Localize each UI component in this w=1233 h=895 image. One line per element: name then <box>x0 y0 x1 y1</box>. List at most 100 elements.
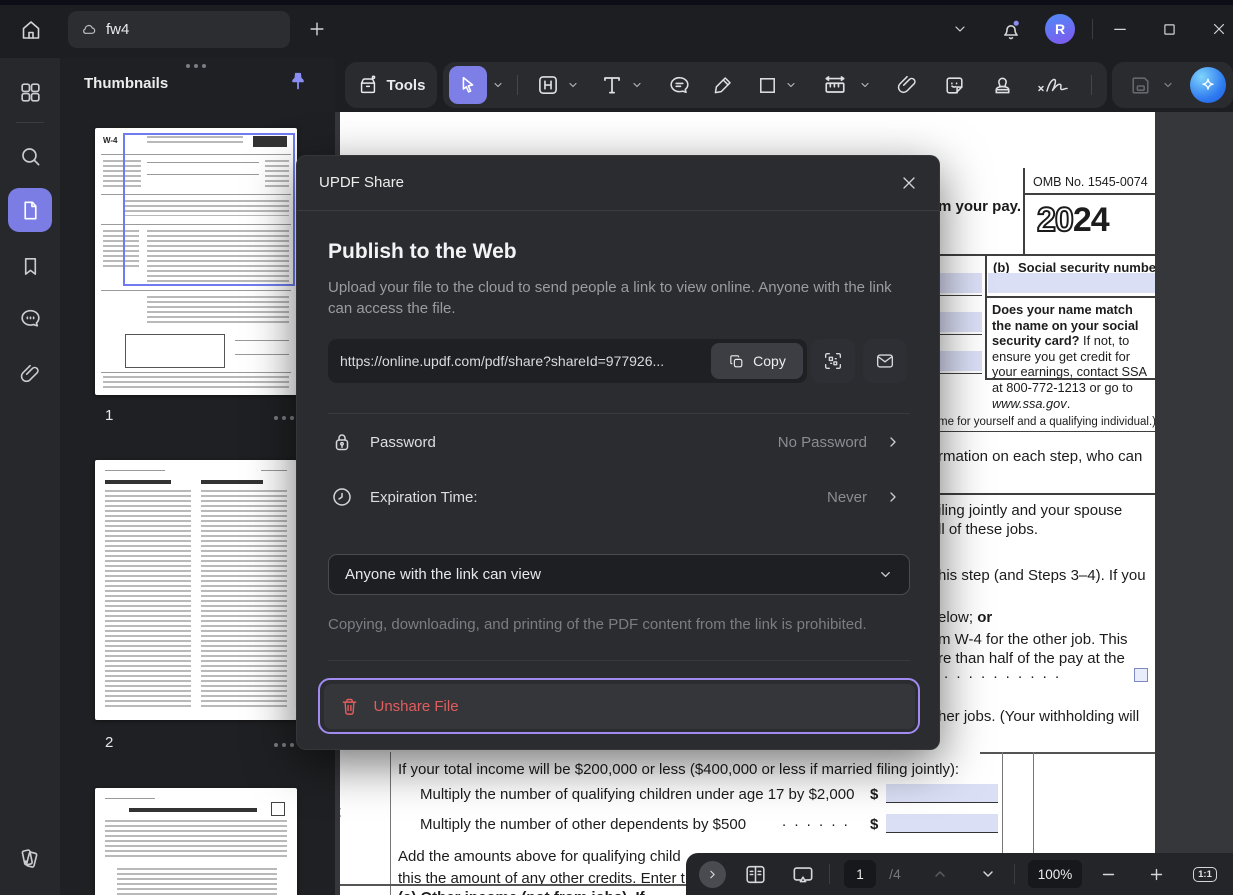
dialog-close-button[interactable] <box>899 173 919 193</box>
zoom-out-button[interactable] <box>1094 853 1122 895</box>
grid-icon <box>18 80 43 105</box>
updf-window: fw4 R <box>0 0 1233 895</box>
email-share-button[interactable] <box>863 339 907 383</box>
signature-tool-icon <box>1035 73 1075 97</box>
add-tab-icon <box>307 19 327 39</box>
pdf-text: rmation on each step, who can <box>938 448 1142 465</box>
sticker-tool-button[interactable] <box>935 66 973 104</box>
window-menu-button[interactable] <box>948 20 972 38</box>
permission-select[interactable]: Anyone with the link can view <box>328 554 910 595</box>
save-icon <box>1128 73 1153 98</box>
measure-tool-icon <box>821 71 849 99</box>
sidebar-item-swatches[interactable] <box>0 836 60 880</box>
form-field[interactable] <box>988 273 1155 293</box>
notifications-button[interactable] <box>998 14 1024 44</box>
cursor-tool-button[interactable] <box>449 66 487 104</box>
sidebar-item-home-grid[interactable] <box>0 70 60 114</box>
thumbnail-page-2[interactable] <box>95 460 297 720</box>
shape-tool-dropdown[interactable] <box>783 66 799 104</box>
heading-tool-dropdown[interactable] <box>565 66 581 104</box>
pdf-text: iling jointly and your spouse <box>938 502 1122 519</box>
unshare-file-button[interactable]: Unshare File <box>324 684 915 729</box>
page-view-button[interactable] <box>738 853 772 895</box>
thumbnail-page-number: 2 <box>105 734 113 751</box>
sidebar-item-bookmarks[interactable] <box>0 244 60 288</box>
form-field[interactable] <box>938 351 982 371</box>
sidebar-item-comments[interactable] <box>0 296 60 340</box>
expiration-label: Expiration Time: <box>370 489 478 506</box>
permission-value: Anyone with the link can view <box>345 566 878 583</box>
actual-size-button[interactable]: 1:1 <box>1188 853 1222 895</box>
pdf-text: If your total income will be $200,000 or… <box>398 761 959 778</box>
ssn-note: Does your name match the name on your so… <box>992 302 1154 411</box>
sidebar-item-attachments[interactable] <box>0 352 60 396</box>
form-field[interactable] <box>886 784 998 803</box>
share-url-text: https://online.updf.com/pdf/share?shareI… <box>328 353 711 369</box>
expiration-value: Never <box>827 489 867 506</box>
cursor-tool-dropdown[interactable] <box>490 66 506 104</box>
avatar[interactable]: R <box>1045 14 1075 44</box>
home-button[interactable] <box>16 15 46 45</box>
save-dropdown[interactable] <box>1160 66 1176 104</box>
pdf-text: elow; or <box>938 609 992 626</box>
close-button[interactable] <box>1207 18 1231 40</box>
stamp-tool-button[interactable] <box>983 66 1021 104</box>
minimize-button[interactable] <box>1108 19 1132 39</box>
copy-label: Copy <box>753 353 786 369</box>
sidebar-item-thumbnails[interactable] <box>8 188 52 232</box>
toolbox-icon <box>357 74 379 96</box>
next-page-button[interactable] <box>974 853 1002 895</box>
password-row[interactable]: Password No Password <box>297 419 941 467</box>
thumbnail-menu-icon[interactable] <box>282 416 286 420</box>
heading-tool-button[interactable] <box>531 66 565 104</box>
document-tab[interactable]: fw4 <box>68 11 290 48</box>
save-button[interactable] <box>1122 66 1158 104</box>
form-field[interactable] <box>938 312 982 332</box>
measure-tool-dropdown[interactable] <box>857 66 873 104</box>
heading-tool-icon <box>535 72 561 98</box>
viewport-indicator[interactable] <box>123 133 295 286</box>
previous-page-button[interactable] <box>926 853 954 895</box>
tools-label: Tools <box>387 77 426 94</box>
form-checkbox[interactable] <box>1134 668 1148 682</box>
measure-tool-button[interactable] <box>815 66 855 104</box>
zoom-in-button[interactable] <box>1142 853 1170 895</box>
zoom-level-input[interactable]: 100% <box>1028 860 1082 888</box>
page-number-input[interactable]: 1 <box>844 860 876 888</box>
chevron-right-icon <box>885 489 901 505</box>
search-icon <box>18 144 43 169</box>
attach-tool-icon <box>895 73 919 97</box>
comment-icon <box>18 306 43 331</box>
thumbnail-menu-icon[interactable] <box>282 743 286 747</box>
form-field[interactable] <box>886 814 998 833</box>
share-url-field[interactable]: https://online.updf.com/pdf/share?shareI… <box>328 339 807 383</box>
expiration-row[interactable]: Expiration Time: Never <box>297 474 941 522</box>
drag-handle-icon[interactable] <box>194 64 198 68</box>
pen-tool-button[interactable] <box>705 66 741 104</box>
signature-tool-button[interactable] <box>1031 66 1079 104</box>
pdf-text: Multiply the number of other dependents … <box>420 816 746 833</box>
qr-code-button[interactable] <box>811 339 855 383</box>
thumbnail-page-1[interactable]: W-4 <box>95 128 297 395</box>
dialog-heading: Publish to the Web <box>328 240 517 264</box>
text-tool-button[interactable] <box>595 66 629 104</box>
tools-button[interactable]: Tools <box>345 62 437 108</box>
pdf-text: ll of these jobs. <box>938 521 1038 538</box>
expand-toolbar-button[interactable] <box>698 853 726 895</box>
copy-link-button[interactable]: Copy <box>711 343 803 379</box>
attach-tool-button[interactable] <box>889 66 925 104</box>
sidebar-item-search[interactable] <box>0 134 60 178</box>
qr-code-icon <box>822 350 844 372</box>
dialog-description: Upload your file to the cloud to send pe… <box>328 277 903 319</box>
presentation-button[interactable] <box>786 853 820 895</box>
pin-panel-button[interactable] <box>286 70 310 96</box>
ai-assistant-button[interactable] <box>1190 67 1226 103</box>
maximize-button[interactable] <box>1157 18 1181 40</box>
thumbnail-page-3[interactable] <box>95 788 297 895</box>
new-tab-button[interactable] <box>306 18 328 40</box>
form-field[interactable] <box>938 273 982 293</box>
comment-tool-button[interactable] <box>661 66 697 104</box>
text-tool-dropdown[interactable] <box>629 66 645 104</box>
shape-tool-button[interactable] <box>751 66 783 104</box>
restriction-note: Copying, downloading, and printing of th… <box>328 616 910 633</box>
